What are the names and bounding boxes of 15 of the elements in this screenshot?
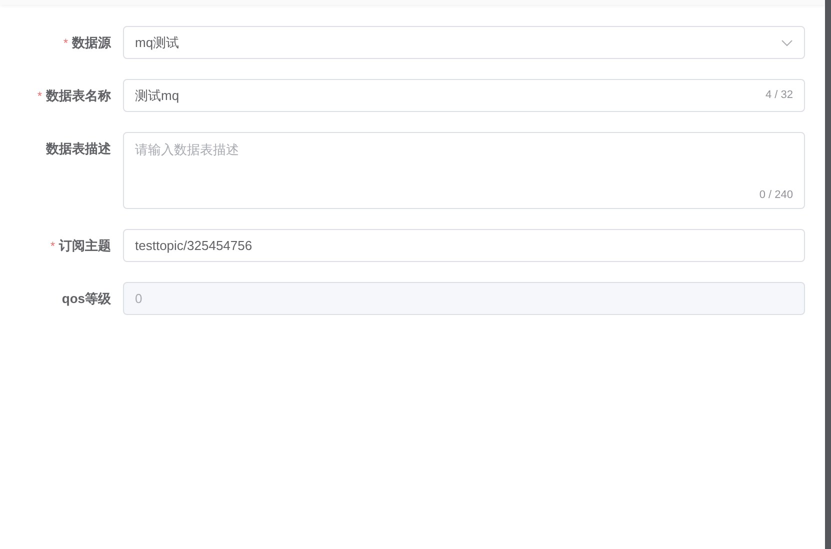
character-counter: 0 / 240 xyxy=(759,188,793,202)
chevron-down-icon xyxy=(781,38,793,46)
required-asterisk: * xyxy=(63,34,68,52)
input-field[interactable]: testtopic/325454756 xyxy=(123,229,805,262)
field-label: qos等级 xyxy=(62,290,111,308)
field-label: 订阅主题 xyxy=(59,236,111,255)
field-label: 数据表描述 xyxy=(46,140,111,158)
required-asterisk: * xyxy=(50,238,55,254)
field-label: 数据源 xyxy=(72,34,111,52)
textarea-field[interactable]: 请输入数据表描述 0 / 240 xyxy=(123,132,805,209)
required-asterisk: * xyxy=(37,88,42,104)
field-label: 数据表名称 xyxy=(46,86,111,105)
input-field[interactable]: 测试mq 4 / 32 xyxy=(123,79,805,112)
select-field[interactable]: mq测试 xyxy=(123,26,805,59)
character-counter: 4 / 32 xyxy=(765,88,793,104)
